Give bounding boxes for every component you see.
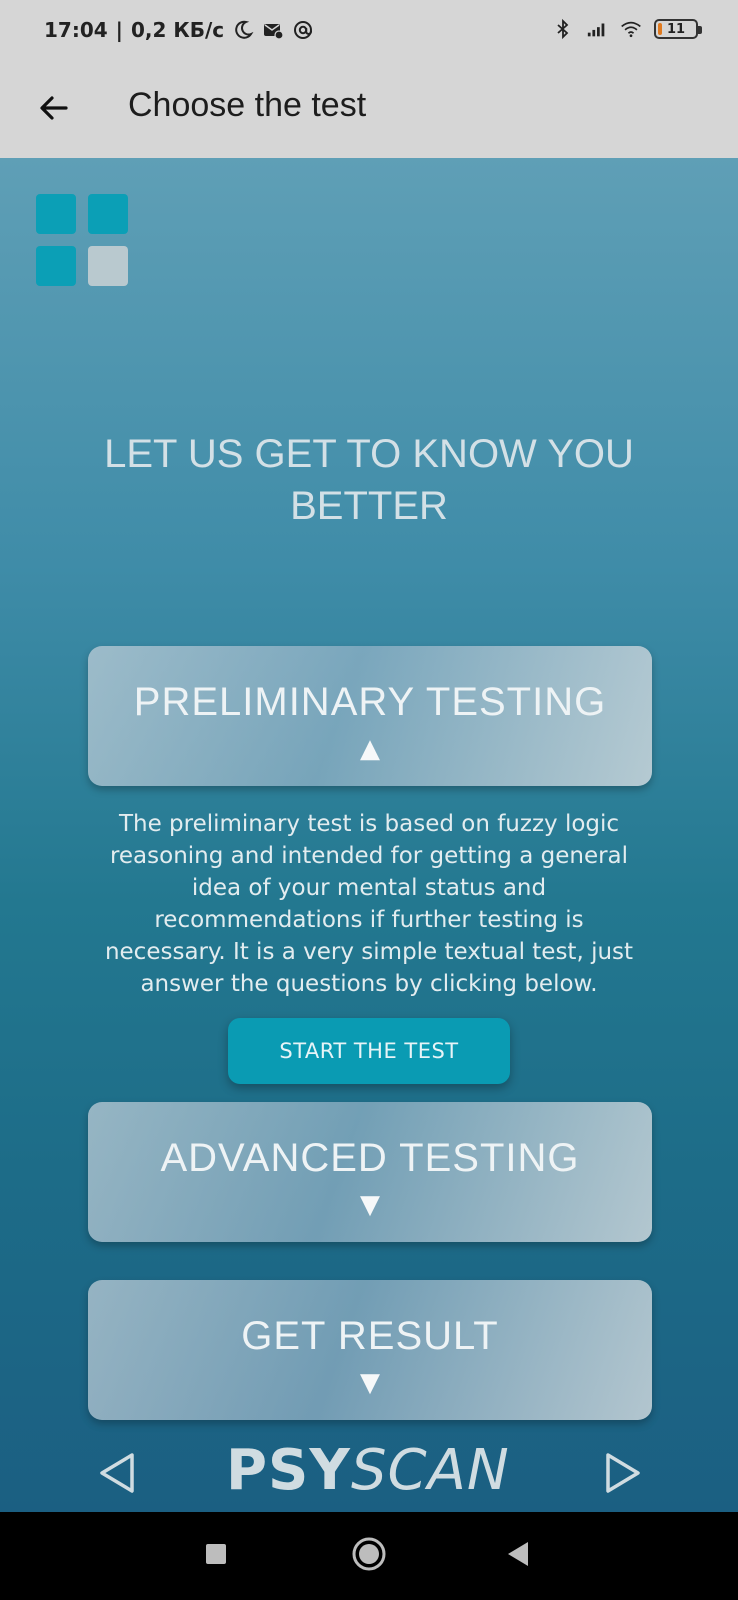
battery-fill (658, 23, 662, 35)
battery-level: 11 (666, 21, 686, 37)
recents-button[interactable] (192, 1532, 240, 1580)
card-title: PRELIMINARY TESTING (133, 680, 607, 724)
headline: LET US GET TO KNOW YOU BETTER (104, 432, 634, 528)
brand-part-bold: PSY (226, 1438, 351, 1503)
advanced-testing-card[interactable]: ADVANCED TESTING ▼ (88, 1102, 652, 1242)
system-nav-bar (0, 1512, 738, 1600)
square-icon (204, 1542, 228, 1570)
start-test-button[interactable]: START THE TEST (228, 1018, 510, 1084)
triangle-back-icon (506, 1540, 530, 1572)
page-title: Choose the test (128, 86, 367, 124)
grid-square (36, 246, 76, 286)
moon-icon (232, 19, 254, 41)
preliminary-description: The preliminary test is based on fuzzy l… (104, 811, 634, 997)
grid-square (88, 246, 128, 286)
at-icon (292, 19, 314, 41)
status-left: 17:04 | 0,2 КБ/с (44, 18, 314, 42)
battery-icon: 11 (654, 19, 702, 39)
status-time: 17:04 (44, 18, 108, 42)
triangle-left-icon (94, 1453, 144, 1502)
back-button[interactable] (26, 82, 82, 138)
collapse-arrow-icon: ▲ (360, 734, 380, 764)
expand-arrow-icon: ▼ (360, 1190, 380, 1220)
status-speed: 0,2 КБ/с (130, 18, 225, 42)
mail-icon (262, 19, 284, 41)
preliminary-testing-card[interactable]: PRELIMINARY TESTING ▲ (88, 646, 652, 786)
arrow-left-icon (36, 90, 72, 130)
brand-logo: PSYSCAN (226, 1438, 516, 1508)
brand-part-italic: SCAN (350, 1438, 510, 1503)
bluetooth-icon (552, 18, 574, 40)
home-button[interactable] (345, 1532, 393, 1580)
expand-arrow-icon: ▼ (360, 1368, 380, 1398)
triangle-right-icon (598, 1453, 648, 1502)
card-title: ADVANCED TESTING (160, 1136, 580, 1180)
get-result-card[interactable]: GET RESULT ▼ (88, 1280, 652, 1420)
grid-square (88, 194, 128, 234)
next-button[interactable] (598, 1448, 648, 1498)
status-right: 11 (552, 18, 702, 40)
back-nav-button[interactable] (494, 1532, 542, 1580)
card-title: GET RESULT (241, 1314, 499, 1358)
signal-icon (586, 18, 608, 40)
main-content: LET US GET TO KNOW YOU BETTER PRELIMINAR… (0, 158, 738, 1512)
status-separator: | (115, 18, 123, 42)
circle-icon (350, 1535, 388, 1577)
previous-button[interactable] (94, 1448, 144, 1498)
status-bar: 17:04 | 0,2 КБ/с 11 (0, 0, 738, 64)
grid-square (36, 194, 76, 234)
wifi-icon (620, 18, 642, 40)
app-bar: Choose the test (0, 64, 738, 158)
app-grid-icon[interactable] (36, 194, 128, 286)
